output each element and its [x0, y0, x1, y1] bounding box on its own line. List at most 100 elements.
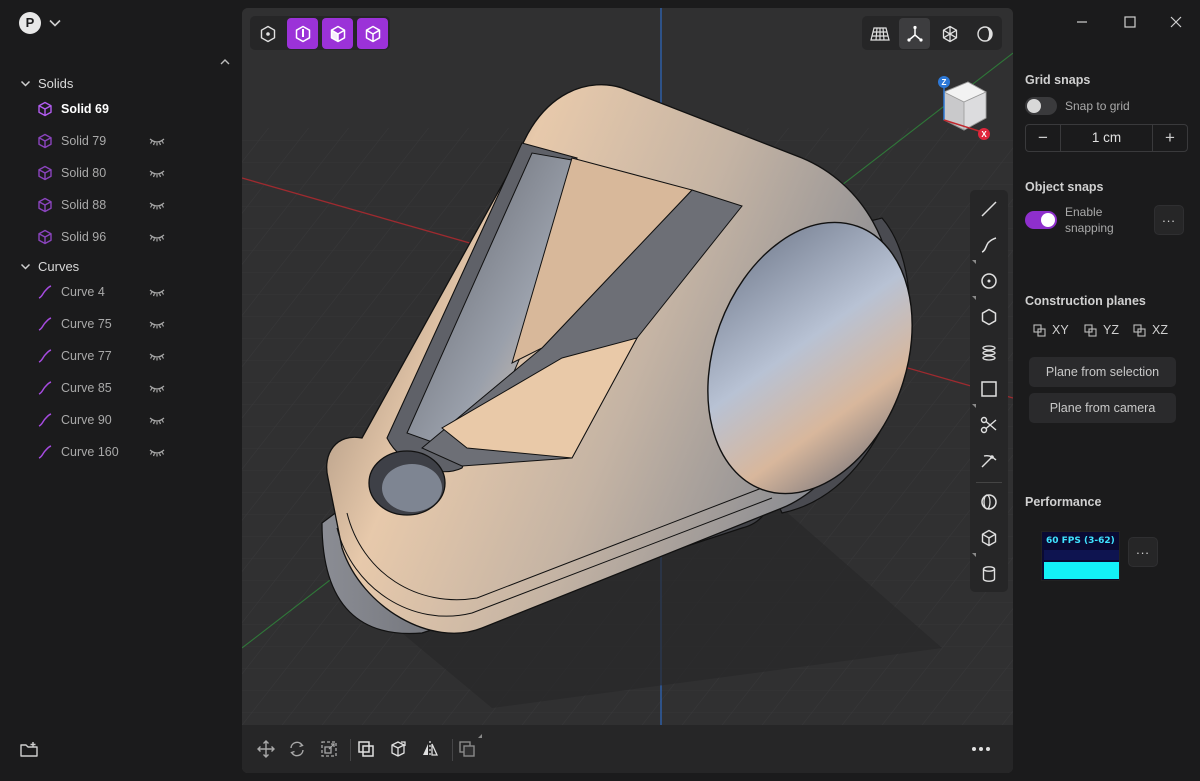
toggle-grid-button[interactable] [864, 18, 895, 49]
move-button[interactable] [251, 734, 281, 764]
eye-closed-icon[interactable] [149, 167, 165, 179]
group-header-curves[interactable]: Curves [20, 256, 79, 276]
tree-item-curve-85[interactable]: Curve 85 [36, 376, 236, 400]
line-tool-button[interactable] [974, 194, 1004, 224]
toolbar-divider [976, 482, 1002, 483]
curve-icon [36, 347, 54, 365]
spiral-tool-button[interactable] [974, 338, 1004, 368]
group-header-solids[interactable]: Solids [20, 73, 73, 93]
vertex-icon [260, 25, 275, 42]
maximize-button[interactable] [1120, 12, 1140, 32]
select-edge-button[interactable] [287, 18, 318, 49]
trim-tool-button[interactable] [974, 410, 1004, 440]
plane-yz-button[interactable]: YZ [1084, 320, 1119, 340]
close-button[interactable] [1166, 12, 1186, 32]
model-scene[interactable] [242, 8, 1013, 773]
chevron-down-icon[interactable] [48, 16, 62, 30]
polygon-tool-button[interactable] [974, 302, 1004, 332]
tree-item-curve-77[interactable]: Curve 77 [36, 344, 236, 368]
shell-tool-button[interactable] [974, 487, 1004, 517]
increment-button[interactable]: + [1153, 125, 1187, 151]
scale-button[interactable] [314, 734, 344, 764]
select-solid-button[interactable] [357, 18, 388, 49]
enable-snapping-label: Enable snapping [1065, 204, 1114, 236]
user-avatar[interactable]: P [19, 12, 41, 34]
tree-item-curve-160[interactable]: Curve 160 [36, 440, 236, 464]
rotate-button[interactable] [282, 734, 312, 764]
select-point-button[interactable] [252, 18, 283, 49]
mirror-button[interactable] [415, 734, 445, 764]
3d-viewport[interactable]: Z X [242, 8, 1013, 773]
more-tools-button[interactable] [966, 734, 996, 764]
tree-item-label: Curve 85 [61, 381, 112, 395]
tree-item-solid-79[interactable]: Solid 79 [36, 129, 236, 153]
eye-closed-icon[interactable] [149, 135, 165, 147]
eye-closed-icon[interactable] [149, 350, 165, 362]
enable-snapping-label-line1: Enable [1065, 205, 1103, 219]
tree-item-solid-80[interactable]: Solid 80 [36, 161, 236, 185]
tree-item-curve-75[interactable]: Curve 75 [36, 312, 236, 336]
performance-more-button[interactable]: ... [1128, 537, 1158, 567]
tree-item-label: Curve 75 [61, 317, 112, 331]
solid-icon [36, 228, 54, 246]
tree-item-curve-4[interactable]: Curve 4 [36, 280, 236, 304]
enable-snapping-toggle[interactable] [1025, 211, 1057, 229]
grid-size-value[interactable]: 1 cm [1060, 125, 1153, 151]
curve-icon [36, 283, 54, 301]
curve-icon [36, 411, 54, 429]
curve-icon [36, 443, 54, 461]
snap-to-grid-toggle[interactable] [1025, 97, 1057, 115]
tree-item-solid-69[interactable]: Solid 69 [36, 97, 236, 121]
eye-closed-icon[interactable] [149, 382, 165, 394]
plane-xy-button[interactable]: XY [1033, 320, 1069, 340]
submenu-indicator [972, 404, 976, 408]
render-mode-button[interactable] [969, 18, 1000, 49]
box-tool-button[interactable] [974, 523, 1004, 553]
eye-closed-icon[interactable] [149, 446, 165, 458]
move-icon [257, 740, 275, 758]
group-label: Solids [38, 75, 74, 91]
rectangle-tool-button[interactable] [974, 374, 1004, 404]
view-cube[interactable]: Z X [936, 74, 992, 144]
line-icon [981, 201, 997, 217]
new-folder-icon[interactable] [19, 741, 39, 759]
chevron-up-icon[interactable] [218, 55, 232, 69]
tree-item-solid-88[interactable]: Solid 88 [36, 193, 236, 217]
plane-xz-button[interactable]: XZ [1133, 320, 1168, 340]
curve-tool-button[interactable] [974, 230, 1004, 260]
tangent-tool-button[interactable] [974, 446, 1004, 476]
plane-from-selection-button[interactable]: Plane from selection [1029, 357, 1176, 387]
decrement-button[interactable]: − [1026, 125, 1060, 151]
eye-closed-icon[interactable] [149, 199, 165, 211]
plane-from-camera-button[interactable]: Plane from camera [1029, 393, 1176, 423]
chevron-down-icon [20, 263, 31, 270]
plane-label: XY [1052, 323, 1069, 337]
xray-button[interactable] [934, 18, 965, 49]
more-icon [972, 747, 990, 751]
cylinder-tool-button[interactable] [974, 559, 1004, 589]
toggle-axes-button[interactable] [899, 18, 930, 49]
grid-size-stepper: − 1 cm + [1025, 124, 1188, 152]
eye-closed-icon[interactable] [149, 231, 165, 243]
eye-closed-icon[interactable] [149, 414, 165, 426]
eye-closed-icon[interactable] [149, 286, 165, 298]
eye-closed-icon[interactable] [149, 318, 165, 330]
spiral-icon [982, 345, 996, 361]
outliner-panel: P Solids Solid 69 Solid 79 Solid 80 Soli… [0, 0, 242, 781]
properties-panel: Grid snaps Snap to grid − 1 cm + Object … [1013, 0, 1200, 781]
duplicate-icon [459, 741, 475, 757]
tree-item-curve-90[interactable]: Curve 90 [36, 408, 236, 432]
boolean-button[interactable] [351, 734, 381, 764]
scale-icon [321, 741, 337, 757]
select-face-button[interactable] [322, 18, 353, 49]
performance-title: Performance [1025, 495, 1102, 509]
object-snaps-more-button[interactable]: ... [1154, 205, 1184, 235]
plane-label: YZ [1103, 323, 1119, 337]
duplicate-button[interactable] [452, 734, 482, 764]
circle-tool-button[interactable] [974, 266, 1004, 296]
submenu-indicator [972, 296, 976, 300]
minimize-button[interactable] [1072, 12, 1092, 32]
extrude-button[interactable] [383, 734, 413, 764]
submenu-indicator [972, 553, 976, 557]
tree-item-solid-96[interactable]: Solid 96 [36, 225, 236, 249]
